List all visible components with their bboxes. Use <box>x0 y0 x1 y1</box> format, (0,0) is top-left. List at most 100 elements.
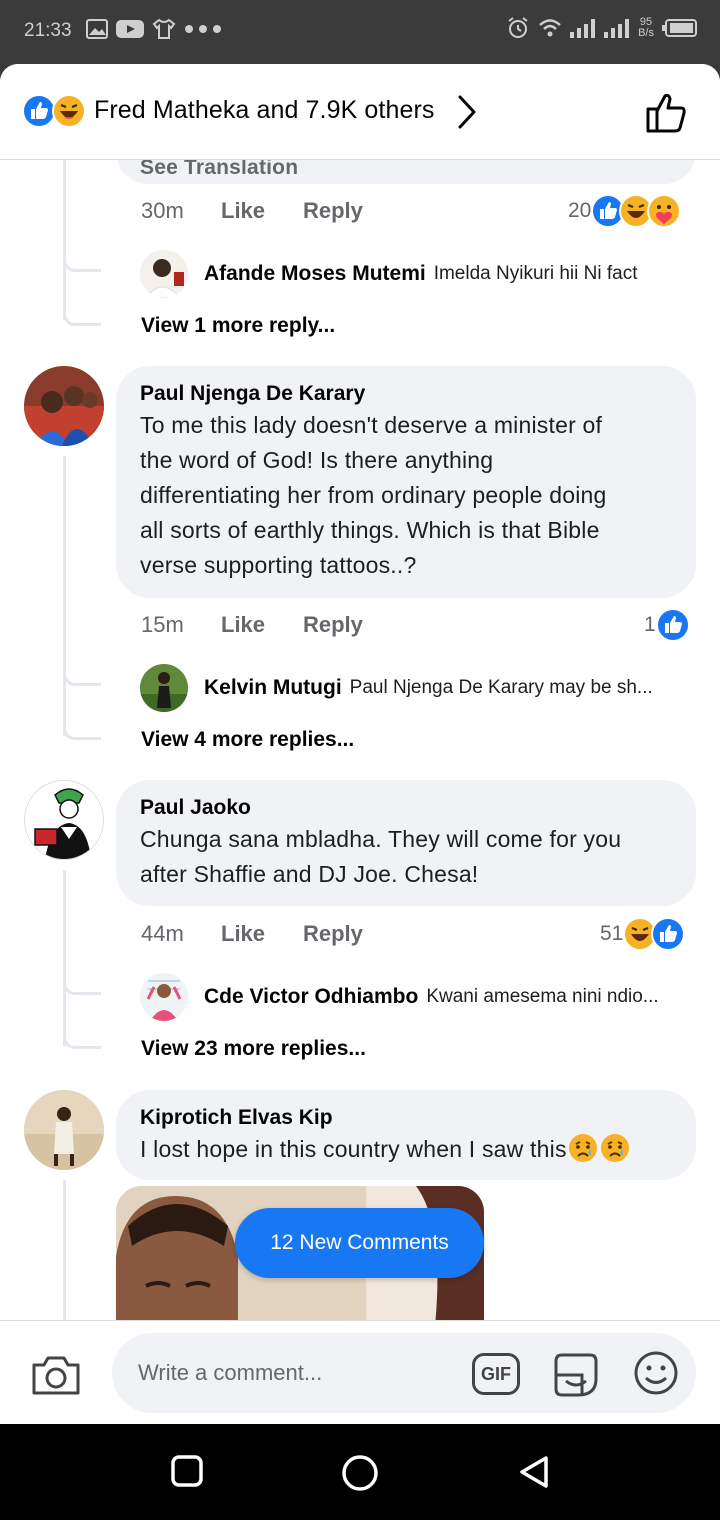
back-button-icon[interactable] <box>516 1454 552 1490</box>
comment-author[interactable]: Paul Jaoko <box>140 794 672 822</box>
sticker-icon[interactable] <box>552 1351 600 1399</box>
reply-connector <box>63 1037 101 1049</box>
like-button[interactable]: Like <box>221 198 303 224</box>
reply-preview[interactable]: Afande Moses Mutemi Imelda Nyikuri hii N… <box>140 250 637 298</box>
shirt-icon <box>152 18 176 39</box>
chevron-right-icon[interactable] <box>455 94 479 130</box>
gif-label: GIF <box>481 1363 511 1384</box>
reaction-count[interactable]: 1 <box>644 608 690 642</box>
system-nav-bar <box>0 1424 720 1520</box>
comment-text-line: the word of God! Is there anything <box>140 447 494 473</box>
avatar[interactable] <box>140 973 188 1021</box>
avatar[interactable] <box>140 250 188 298</box>
emoji-icon[interactable] <box>632 1349 680 1397</box>
alarm-icon <box>508 17 528 38</box>
thread-line <box>63 1180 66 1320</box>
avatar-image <box>24 1090 104 1170</box>
comment-time: 30m <box>141 198 184 223</box>
network-speed-unit: B/s <box>638 27 654 39</box>
reply-preview[interactable]: Kelvin Mutugi Paul Njenga De Karary may … <box>140 664 653 712</box>
comment-text: I lost hope in this country when I saw t… <box>140 1132 672 1167</box>
comment-text-line: after Shaffie and DJ Joe. Chesa! <box>140 861 479 887</box>
new-comments-button[interactable]: 12 New Comments <box>235 1208 484 1278</box>
network-speed: 95 B/s <box>638 17 654 39</box>
comments-sheet: Fred Matheka and 7.9K others See Transla… <box>0 64 720 1424</box>
reply-button[interactable]: Reply <box>303 198 363 224</box>
see-translation-link[interactable]: See Translation <box>140 160 672 185</box>
avatar[interactable] <box>140 664 188 712</box>
view-more-replies[interactable]: View 1 more reply... <box>141 314 335 338</box>
comment-text-line: I lost hope in this country when I saw t… <box>140 1136 567 1162</box>
like-button[interactable]: Like <box>221 612 303 638</box>
haha-icon <box>52 94 86 128</box>
reaction-count-number: 1 <box>644 613 656 636</box>
comment-input[interactable] <box>112 1333 696 1413</box>
reply-button[interactable]: Reply <box>303 921 363 947</box>
thread-line <box>63 870 66 1046</box>
reply-author[interactable]: Kelvin Mutugi <box>204 676 342 700</box>
sad-tear-emoji <box>600 1134 629 1162</box>
thumbs-up-outline-icon[interactable] <box>644 90 690 134</box>
reply-author[interactable]: Afande Moses Mutemi <box>204 262 426 286</box>
comment-text-line: To me this lady doesn't deserve a minist… <box>140 412 603 438</box>
wifi-icon <box>539 19 561 37</box>
avatar-image <box>140 250 188 298</box>
reaction-count[interactable]: 20 <box>568 194 682 228</box>
reply-connector <box>63 728 101 740</box>
view-more-replies[interactable]: View 23 more replies... <box>141 1037 366 1061</box>
comment-bubble[interactable]: Paul Jaoko Chunga sana mbladha. They wil… <box>116 780 696 906</box>
comment-text-line: all sorts of earthly things. Which is th… <box>140 517 600 543</box>
reaction-stack <box>22 94 88 128</box>
more-dots-icon <box>185 25 221 33</box>
home-button-icon[interactable] <box>341 1454 379 1492</box>
camera-icon[interactable] <box>30 1353 82 1397</box>
signal-icon-1 <box>570 19 596 38</box>
comment-bubble[interactable]: Paul Njenga De Karary To me this lady do… <box>116 366 696 598</box>
recents-button-icon[interactable] <box>170 1454 204 1488</box>
avatar-image <box>24 366 104 446</box>
comment-actions: 15m Like Reply <box>141 612 363 638</box>
comment-bubble-partial: See Translation <box>116 160 696 184</box>
comment-text-line: Chunga sana mbladha. They will come for … <box>140 826 622 852</box>
reply-text: Kwani amesema nini ndio... <box>426 986 659 1007</box>
avatar-image <box>140 973 188 1021</box>
signal-icon-2 <box>604 19 630 38</box>
battery-icon <box>662 19 697 37</box>
thread-line <box>63 160 66 320</box>
like-icon <box>655 608 690 642</box>
reply-button[interactable]: Reply <box>303 612 363 638</box>
reaction-count-number: 51 <box>600 922 624 945</box>
like-icon <box>651 917 686 951</box>
gallery-icon <box>86 19 108 39</box>
comment-author[interactable]: Paul Njenga De Karary <box>140 380 672 408</box>
comment-author[interactable]: Kiprotich Elvas Kip <box>140 1104 672 1132</box>
status-time: 21:33 <box>24 20 72 41</box>
reply-text: Paul Njenga De Karary may be sh... <box>349 677 653 698</box>
reply-preview[interactable]: Cde Victor Odhiambo Kwani amesema nini n… <box>140 973 659 1021</box>
care-icon <box>647 194 682 228</box>
avatar-image <box>25 781 103 859</box>
comment-bubble[interactable]: Kiprotich Elvas Kip I lost hope in this … <box>116 1090 696 1180</box>
reply-author[interactable]: Cde Victor Odhiambo <box>204 985 418 1009</box>
reply-connector <box>63 314 101 326</box>
reactions-summary[interactable]: Fred Matheka and 7.9K others <box>94 96 435 125</box>
avatar[interactable] <box>24 1090 104 1170</box>
reply-connector <box>63 674 101 686</box>
avatar[interactable] <box>24 366 104 446</box>
sad-tear-emoji <box>568 1134 597 1162</box>
comment-composer: GIF <box>0 1320 720 1424</box>
thread-line <box>63 456 66 736</box>
comments-feed[interactable]: See Translation 30m Like Reply 20 Afande… <box>0 160 720 1320</box>
reaction-count[interactable]: 51 <box>600 917 686 951</box>
gif-button[interactable]: GIF <box>472 1353 520 1395</box>
reactions-header[interactable]: Fred Matheka and 7.9K others <box>0 64 720 160</box>
view-more-replies[interactable]: View 4 more replies... <box>141 728 354 752</box>
reply-text: Imelda Nyikuri hii Ni fact <box>433 263 638 284</box>
reply-connector <box>63 260 101 272</box>
like-button[interactable]: Like <box>221 921 303 947</box>
avatar[interactable] <box>24 780 104 860</box>
system-icons: 95 B/s <box>506 16 698 40</box>
comment-actions: 44m Like Reply <box>141 921 363 947</box>
reply-connector <box>63 983 101 995</box>
comment-text-line: differentiating her from ordinary people… <box>140 482 607 508</box>
